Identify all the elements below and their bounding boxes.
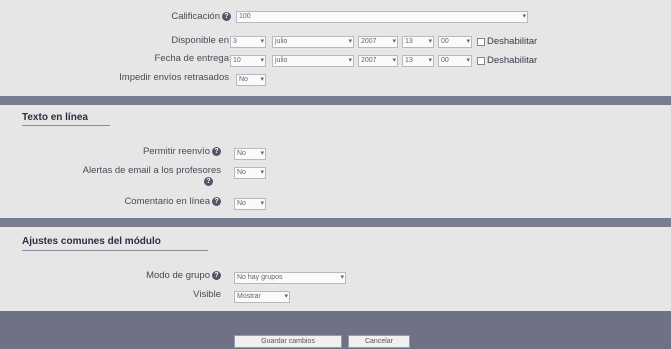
visible-label: Visible — [193, 289, 221, 300]
available-year-select[interactable]: 2007 ▾ — [358, 36, 398, 48]
available-minute-select[interactable]: 00 ▾ — [438, 36, 472, 48]
chevron-down-icon: ▾ — [466, 57, 470, 64]
grade-label: Calificación? — [171, 11, 231, 22]
section-separator — [0, 96, 671, 105]
chevron-down-icon: ▾ — [348, 57, 352, 64]
chevron-down-icon: ▾ — [392, 57, 396, 64]
cancel-button[interactable]: Cancelar — [348, 335, 410, 348]
chevron-down-icon: ▾ — [392, 38, 396, 45]
available-month-select[interactable]: julio ▾ — [272, 36, 354, 48]
help-icon[interactable]: ? — [222, 11, 231, 21]
due-day-select[interactable]: 10 ▾ — [230, 55, 266, 67]
online-text-heading: Texto en línea — [22, 112, 88, 123]
section-divider — [22, 125, 110, 126]
chevron-down-icon: ▾ — [260, 38, 264, 45]
chevron-down-icon: ▾ — [428, 38, 432, 45]
resubmit-label: Permitir reenvío? — [143, 146, 221, 157]
help-icon[interactable]: ? — [212, 270, 221, 280]
due-date-label: Fecha de entrega — [154, 53, 229, 64]
chevron-down-icon: ▾ — [260, 169, 264, 176]
help-icon[interactable]: ? — [204, 176, 213, 186]
available-disable-label: Deshabilitar — [487, 36, 538, 47]
due-disable-label: Deshabilitar — [487, 55, 538, 66]
chevron-down-icon: ▾ — [428, 57, 432, 64]
available-hour-select[interactable]: 13 ▾ — [402, 36, 434, 48]
available-disable-checkbox[interactable] — [477, 38, 485, 46]
chevron-down-icon: ▾ — [260, 76, 264, 83]
help-icon[interactable]: ? — [212, 196, 221, 206]
group-mode-label: Modo de grupo? — [146, 270, 221, 281]
save-button[interactable]: Guardar cambios — [234, 335, 342, 348]
chevron-down-icon: ▾ — [260, 150, 264, 157]
due-month-select[interactable]: julio ▾ — [272, 55, 354, 67]
due-disable-checkbox[interactable] — [477, 57, 485, 65]
section-separator — [0, 218, 671, 227]
prevent-late-select[interactable]: No ▾ — [236, 74, 266, 86]
email-alerts-label: Alertas de email a los profesores ? — [82, 165, 221, 186]
prevent-late-label: Impedir envíos retrasados — [119, 72, 229, 83]
chevron-down-icon: ▾ — [466, 38, 470, 45]
available-day-select[interactable]: 3 ▾ — [230, 36, 266, 48]
grade-select[interactable]: 100 ▾ — [236, 11, 528, 23]
chevron-down-icon: ▾ — [348, 38, 352, 45]
chevron-down-icon: ▾ — [340, 274, 344, 281]
chevron-down-icon: ▾ — [284, 293, 288, 300]
resubmit-select[interactable]: No ▾ — [234, 148, 266, 160]
chevron-down-icon: ▾ — [522, 13, 526, 20]
due-minute-select[interactable]: 00 ▾ — [438, 55, 472, 67]
due-year-select[interactable]: 2007 ▾ — [358, 55, 398, 67]
module-settings-heading: Ajustes comunes del módulo — [22, 236, 161, 247]
group-mode-select[interactable]: No hay grupos ▾ — [234, 272, 346, 284]
help-icon[interactable]: ? — [212, 146, 221, 156]
inline-comment-label: Comentario en línea? — [124, 196, 221, 207]
email-alerts-select[interactable]: No ▾ — [234, 167, 266, 179]
section-divider — [22, 250, 208, 251]
chevron-down-icon: ▾ — [260, 200, 264, 207]
due-hour-select[interactable]: 13 ▾ — [402, 55, 434, 67]
inline-comment-select[interactable]: No ▾ — [234, 198, 266, 210]
chevron-down-icon: ▾ — [260, 57, 264, 64]
available-from-label: Disponible en — [171, 35, 229, 46]
visible-select[interactable]: Mostrar ▾ — [234, 291, 290, 303]
